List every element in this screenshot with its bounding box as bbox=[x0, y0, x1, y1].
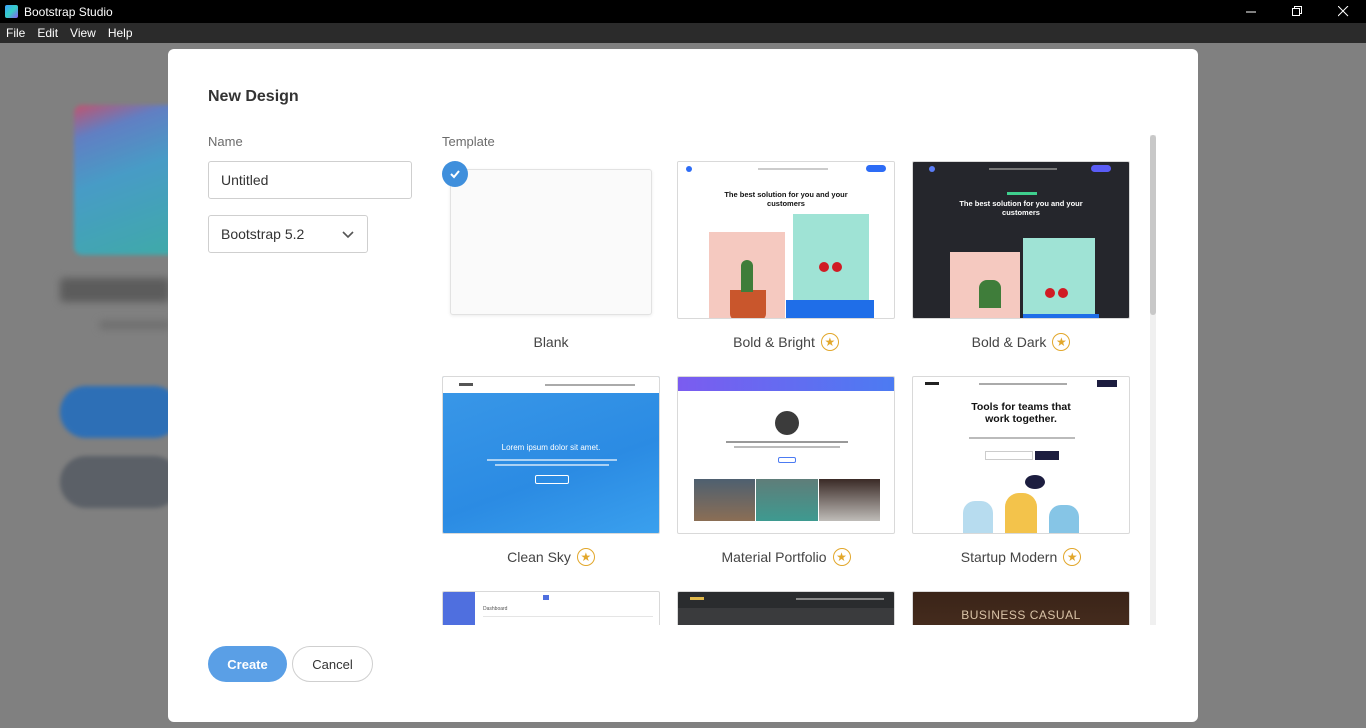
template-card-dark-landing[interactable] bbox=[677, 591, 895, 625]
title-bar: Bootstrap Studio bbox=[0, 0, 1366, 23]
background-title bbox=[60, 278, 170, 302]
premium-star-icon: ★ bbox=[1063, 548, 1082, 566]
cancel-button[interactable]: Cancel bbox=[292, 646, 373, 682]
background-subtitle bbox=[100, 321, 170, 329]
template-card-blank[interactable]: Blank bbox=[442, 161, 660, 352]
template-card-startup-modern[interactable]: Tools for teams that work together. Star… bbox=[912, 376, 1130, 567]
menu-edit[interactable]: Edit bbox=[31, 26, 64, 40]
template-thumbnail: The best solution for you and your custo… bbox=[912, 161, 1130, 319]
template-thumbnail bbox=[677, 376, 895, 534]
premium-star-icon: ★ bbox=[576, 548, 595, 566]
template-card-material-portfolio[interactable]: Material Portfolio ★ bbox=[677, 376, 895, 567]
template-grid: Blank The best solution for you and your… bbox=[442, 135, 1158, 625]
framework-value: Bootstrap 5.2 bbox=[221, 226, 305, 242]
template-card-bold-dark[interactable]: The best solution for you and your custo… bbox=[912, 161, 1130, 352]
template-thumbnail bbox=[442, 161, 660, 319]
template-card-business-casual[interactable]: BUSINESS CASUAL bbox=[912, 591, 1130, 625]
template-thumbnail: Dashboard bbox=[442, 591, 660, 625]
template-card-bold-bright[interactable]: The best solution for you and your custo… bbox=[677, 161, 895, 352]
window-controls bbox=[1228, 0, 1366, 23]
minimize-icon bbox=[1245, 11, 1256, 13]
template-thumbnail: The best solution for you and your custo… bbox=[677, 161, 895, 319]
template-name: Bold & Dark ★ bbox=[912, 332, 1130, 352]
app-logo-icon bbox=[5, 5, 18, 18]
template-name: Blank bbox=[533, 334, 569, 350]
template-name: Material Portfolio ★ bbox=[677, 547, 895, 567]
name-label: Name bbox=[208, 134, 243, 149]
restore-icon bbox=[1291, 6, 1302, 16]
background-open-button bbox=[60, 456, 180, 508]
template-name: Bold & Bright ★ bbox=[677, 332, 895, 352]
dialog-title: New Design bbox=[208, 88, 299, 105]
template-thumbnail: Tools for teams that work together. bbox=[912, 376, 1130, 534]
premium-star-icon: ★ bbox=[1052, 333, 1071, 351]
background-new-button bbox=[60, 386, 180, 438]
scrollbar-thumb[interactable] bbox=[1150, 135, 1156, 315]
close-window-button[interactable] bbox=[1320, 0, 1366, 23]
premium-star-icon: ★ bbox=[820, 333, 839, 351]
template-thumbnail: BUSINESS CASUAL bbox=[912, 591, 1130, 625]
premium-star-icon: ★ bbox=[832, 548, 851, 566]
template-scrollbar[interactable] bbox=[1150, 135, 1156, 625]
menu-file[interactable]: File bbox=[0, 26, 31, 40]
chevron-down-icon bbox=[342, 231, 354, 239]
template-thumbnail bbox=[677, 591, 895, 625]
menu-bar: File Edit View Help bbox=[0, 23, 1366, 43]
template-name: Clean Sky ★ bbox=[442, 547, 660, 567]
template-card-clean-sky[interactable]: Lorem ipsum dolor sit amet. Clean Sky ★ bbox=[442, 376, 660, 567]
template-name: Startup Modern ★ bbox=[912, 547, 1130, 567]
menu-view[interactable]: View bbox=[64, 26, 102, 40]
framework-select[interactable]: Bootstrap 5.2 bbox=[208, 215, 368, 253]
minimize-button[interactable] bbox=[1228, 0, 1274, 23]
window-title: Bootstrap Studio bbox=[24, 4, 113, 19]
create-button[interactable]: Create bbox=[208, 646, 287, 682]
close-icon bbox=[1337, 6, 1348, 17]
restore-button[interactable] bbox=[1274, 0, 1320, 23]
template-thumbnail: Lorem ipsum dolor sit amet. bbox=[442, 376, 660, 534]
name-input[interactable] bbox=[208, 161, 412, 199]
new-design-dialog: New Design Name Bootstrap 5.2 Template B… bbox=[168, 49, 1198, 722]
selected-check-icon bbox=[442, 161, 468, 187]
template-card-dashboard[interactable]: Dashboard bbox=[442, 591, 660, 625]
menu-help[interactable]: Help bbox=[102, 26, 139, 40]
